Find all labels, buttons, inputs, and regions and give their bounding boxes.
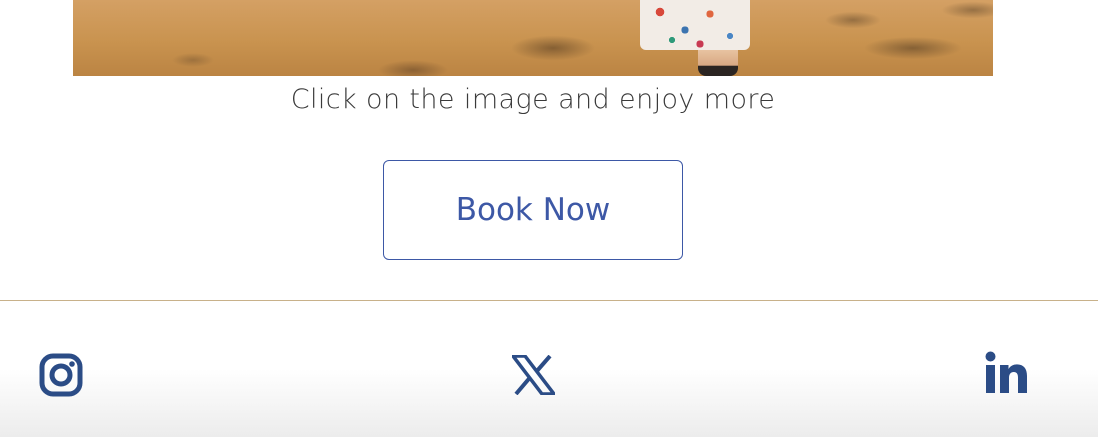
- book-now-button[interactable]: Book Now: [383, 160, 683, 260]
- instagram-link[interactable]: [39, 353, 83, 397]
- person-feet: [698, 50, 738, 76]
- gallery-caption: Click on the image and enjoy more: [290, 84, 776, 115]
- instagram-icon: [39, 353, 83, 397]
- gallery-image[interactable]: [73, 0, 993, 76]
- x-icon: [512, 355, 555, 395]
- page: Click on the image and enjoy more Book N…: [0, 0, 1098, 437]
- linkedin-icon: [985, 351, 1028, 394]
- person-dress: [640, 0, 750, 50]
- x-link[interactable]: [512, 355, 555, 395]
- linkedin-link[interactable]: [985, 351, 1028, 394]
